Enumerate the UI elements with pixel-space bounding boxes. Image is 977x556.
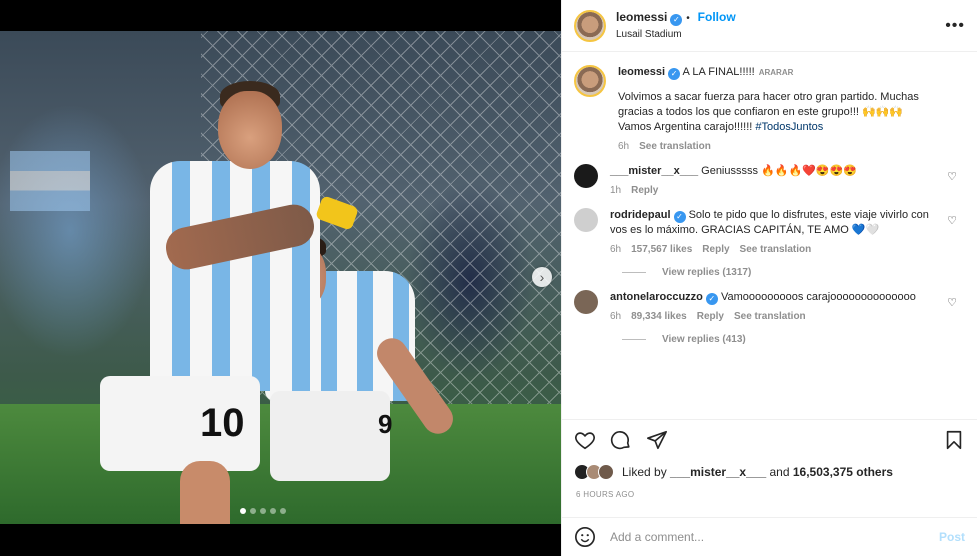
comment: rodridepaul ✓ Solo te pido que lo disfrut… xyxy=(574,208,963,257)
carousel-dot xyxy=(260,508,266,514)
chevron-right-icon: › xyxy=(539,269,545,285)
carousel-dots xyxy=(240,508,286,514)
carousel-dot xyxy=(240,508,246,514)
add-comment-bar: Post xyxy=(562,517,977,556)
follow-button[interactable]: Follow xyxy=(698,10,736,24)
post-header: leomessi ✓ • Follow Lusail Stadium ••• xyxy=(562,0,977,52)
verified-icon: ✓ xyxy=(668,68,681,80)
liker-avatars[interactable] xyxy=(574,464,614,480)
caption-age: 6h xyxy=(618,141,630,152)
heart-outline-icon[interactable]: ♡ xyxy=(947,214,957,227)
see-translation-button[interactable]: See translation xyxy=(740,242,812,257)
comment-age: 6h xyxy=(610,311,622,322)
post-comment-button[interactable]: Post xyxy=(939,530,965,544)
caption-avatar[interactable] xyxy=(574,65,606,97)
action-bar xyxy=(562,419,977,459)
emoji-icon[interactable] xyxy=(574,526,596,548)
more-horizontal-icon[interactable]: ••• xyxy=(945,17,965,35)
caption-line1: Volvimos a sacar fuerza para hacer otro … xyxy=(618,91,919,118)
verified-icon: ✓ xyxy=(673,211,686,223)
comment-username[interactable]: ___mister__x___ xyxy=(610,165,698,177)
comment-body: rodridepaul ✓ Solo te pido que lo disfrut… xyxy=(610,208,963,257)
likes-others[interactable]: 16,503,375 others xyxy=(793,465,893,479)
comment-body: antonelaroccuzzo ✓ Vamooooooooos carajooo… xyxy=(610,290,963,324)
post-media: 9 10 › xyxy=(0,0,561,556)
comment: ___mister__x___ Geniusssss 🔥🔥🔥❤️😍😍😍 1h R… xyxy=(574,164,963,198)
heart-outline-icon[interactable]: ♡ xyxy=(947,296,957,309)
liked-by-label: Liked by xyxy=(622,465,667,479)
crowd-flag xyxy=(10,151,90,211)
instagram-post: 9 10 › leomessi ✓ • Follow Lusail Stadiu… xyxy=(0,0,977,556)
comment-likes[interactable]: 89,334 likes xyxy=(631,309,687,324)
share-icon[interactable] xyxy=(646,429,668,451)
caption-tag: ARARAR xyxy=(758,68,794,77)
player-main-head xyxy=(218,91,282,169)
comments-section: leomessi ✓ A LA FINAL!!!!! ARARAR Volvimos… xyxy=(562,53,977,418)
caption-username[interactable]: leomessi xyxy=(618,66,665,78)
caption-headline: A LA FINAL!!!!! xyxy=(682,66,755,78)
comment-text: Vamooooooooos carajoooooooooooooo xyxy=(720,291,916,303)
view-replies-button[interactable]: View replies (413) xyxy=(622,334,963,345)
reply-button[interactable]: Reply xyxy=(702,242,729,257)
likes-summary: Liked by ___mister__x___ and 16,503,375 … xyxy=(574,464,893,480)
player-main-leg xyxy=(180,461,230,524)
caption-body: leomessi ✓ A LA FINAL!!!!! ARARAR Volvimos… xyxy=(618,65,963,154)
bookmark-icon[interactable] xyxy=(943,429,965,451)
comment-avatar[interactable] xyxy=(574,290,598,314)
caption-hashtag[interactable]: #TodosJuntos xyxy=(755,121,823,133)
comment-text: Geniusssss 🔥🔥🔥❤️😍😍😍 xyxy=(701,165,857,177)
view-replies-button[interactable]: View replies (1317) xyxy=(622,267,963,278)
carousel-dot xyxy=(250,508,256,514)
post-timestamp[interactable]: 6 HOURS AGO xyxy=(576,490,634,499)
comment: antonelaroccuzzo ✓ Vamooooooooos carajooo… xyxy=(574,290,963,324)
player-second-number: 9 xyxy=(378,409,393,439)
reply-button[interactable]: Reply xyxy=(697,309,724,324)
carousel-dot xyxy=(270,508,276,514)
carousel-dot xyxy=(280,508,286,514)
verified-icon: ✓ xyxy=(705,293,718,305)
comment-avatar[interactable] xyxy=(574,164,598,188)
comment-icon[interactable] xyxy=(610,429,632,451)
post-photo[interactable]: 9 10 xyxy=(0,31,561,524)
caption-see-translation[interactable]: See translation xyxy=(639,139,711,154)
caption: leomessi ✓ A LA FINAL!!!!! ARARAR Volvimos… xyxy=(574,65,963,154)
comment-age: 1h xyxy=(610,185,622,196)
and-label: and xyxy=(769,465,790,479)
comment-username[interactable]: rodridepaul xyxy=(610,209,671,221)
see-translation-button[interactable]: See translation xyxy=(734,309,806,324)
next-image-button[interactable]: › xyxy=(532,267,552,287)
comment-username[interactable]: antonelaroccuzzo xyxy=(610,291,703,303)
player-second-shorts xyxy=(270,391,390,481)
post-sidebar: leomessi ✓ • Follow Lusail Stadium ••• le… xyxy=(561,0,977,556)
comment-avatar[interactable] xyxy=(574,208,598,232)
heart-icon[interactable] xyxy=(574,429,596,451)
comment-likes[interactable]: 157,567 likes xyxy=(631,242,692,257)
caption-line2: Vamos Argentina carajo!!!!!! xyxy=(618,121,753,133)
verified-icon: ✓ xyxy=(670,14,683,26)
post-location[interactable]: Lusail Stadium xyxy=(616,27,945,43)
comment-body: ___mister__x___ Geniusssss 🔥🔥🔥❤️😍😍😍 1h R… xyxy=(610,164,963,198)
avatar[interactable] xyxy=(574,9,606,42)
comment-input[interactable] xyxy=(610,530,939,544)
reply-button[interactable]: Reply xyxy=(631,183,658,198)
header-text: leomessi ✓ • Follow Lusail Stadium xyxy=(616,8,945,43)
header-username[interactable]: leomessi xyxy=(616,10,667,24)
first-liker[interactable]: ___mister__x___ xyxy=(670,465,766,479)
player-main-shirt xyxy=(150,161,320,391)
heart-outline-icon[interactable]: ♡ xyxy=(947,170,957,183)
player-main-number: 10 xyxy=(200,401,245,445)
comment-age: 6h xyxy=(610,244,622,255)
